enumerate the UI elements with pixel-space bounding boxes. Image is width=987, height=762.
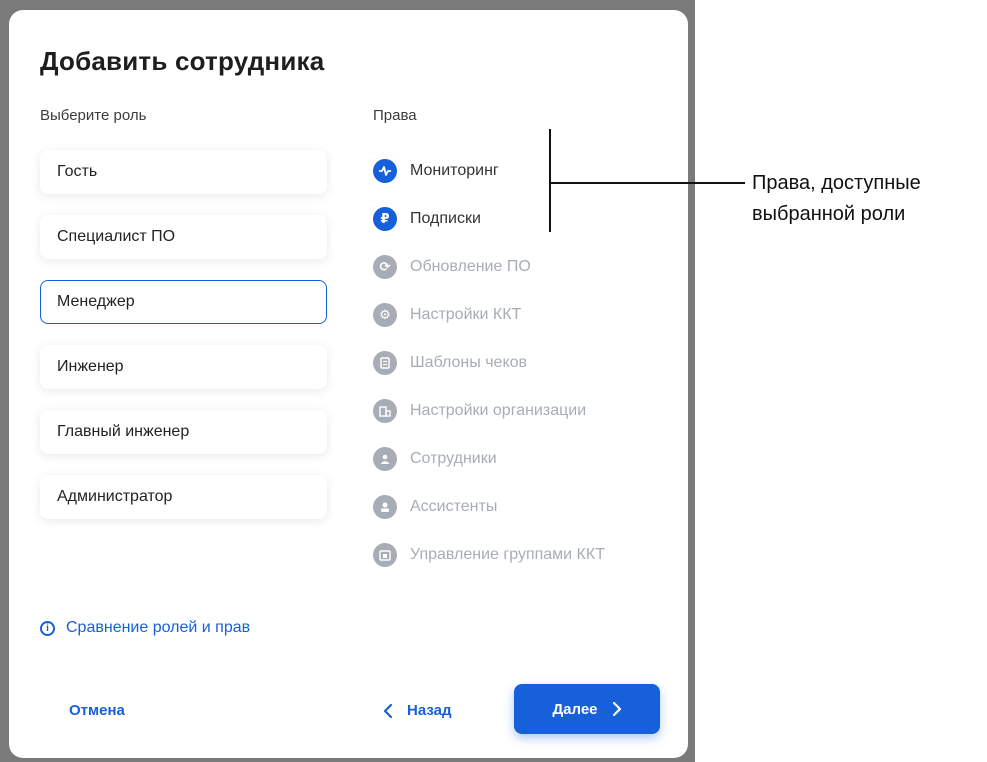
- role-option-guest[interactable]: Гость: [40, 150, 327, 194]
- rights-label: Права: [373, 107, 417, 124]
- role-option-software-specialist[interactable]: Специалист ПО: [40, 215, 327, 259]
- right-organization-settings: Настройки организации: [373, 387, 673, 435]
- role-option-administrator[interactable]: Администратор: [40, 475, 327, 519]
- compare-roles-link[interactable]: i Сравнение ролей и прав: [40, 619, 250, 637]
- right-employees: Сотрудники: [373, 435, 673, 483]
- right-label: Подписки: [410, 210, 481, 227]
- cancel-button[interactable]: Отмена: [69, 702, 125, 719]
- people-icon: [373, 447, 397, 471]
- right-kkt-groups: Управление группами ККТ: [373, 531, 673, 579]
- role-label: Менеджер: [57, 293, 135, 310]
- right-assistants: Ассистенты: [373, 483, 673, 531]
- right-label: Ассистенты: [410, 498, 498, 515]
- right-kkt-settings: ⚙ Настройки ККТ: [373, 291, 673, 339]
- chevron-left-icon: [383, 703, 393, 718]
- right-label: Настройки ККТ: [410, 306, 522, 323]
- right-subscriptions: ₽ Подписки: [373, 195, 673, 243]
- next-label: Далее: [552, 700, 598, 718]
- annotation-line-2: выбранной роли: [752, 203, 906, 225]
- annotation-line-1: Права, доступные: [752, 172, 921, 194]
- right-label: Настройки организации: [410, 402, 587, 419]
- role-label: Гость: [57, 163, 98, 180]
- right-label: Обновление ПО: [410, 258, 531, 275]
- role-option-manager[interactable]: Менеджер: [40, 280, 327, 324]
- role-option-chief-engineer[interactable]: Главный инженер: [40, 410, 327, 454]
- rights-list: Мониторинг ₽ Подписки ⟳ Обновление ПО ⚙ …: [373, 147, 673, 579]
- annotation-caption: Права, доступные выбранной роли: [752, 168, 987, 230]
- role-label: Главный инженер: [57, 423, 190, 440]
- right-receipt-templates: Шаблоны чеков: [373, 339, 673, 387]
- annotation-pointer-line: [549, 182, 745, 184]
- right-label: Сотрудники: [410, 450, 497, 467]
- role-label: Инженер: [57, 358, 124, 375]
- compare-link-label: Сравнение ролей и прав: [66, 619, 251, 636]
- role-label: Администратор: [57, 488, 173, 505]
- right-label: Шаблоны чеков: [410, 354, 528, 371]
- pulse-icon: [373, 159, 397, 183]
- info-icon: i: [40, 620, 55, 636]
- next-button[interactable]: Далее: [514, 684, 660, 734]
- back-button[interactable]: Назад: [383, 702, 451, 719]
- role-label: Специалист ПО: [57, 228, 176, 245]
- right-monitoring: Мониторинг: [373, 147, 673, 195]
- gear-icon: ⚙: [373, 303, 397, 327]
- receipt-icon: [373, 351, 397, 375]
- building-icon: [373, 399, 397, 423]
- right-label: Мониторинг: [410, 162, 499, 179]
- annotation-bracket: [549, 129, 551, 232]
- group-icon: [373, 543, 397, 567]
- right-label: Управление группами ККТ: [410, 546, 605, 563]
- right-software-update: ⟳ Обновление ПО: [373, 243, 673, 291]
- role-option-engineer[interactable]: Инженер: [40, 345, 327, 389]
- chevron-right-icon: [612, 701, 621, 717]
- back-label: Назад: [407, 702, 452, 719]
- ruble-icon: ₽: [373, 207, 397, 231]
- assistant-icon: [373, 495, 397, 519]
- dialog-title: Добавить сотрудника: [40, 46, 325, 76]
- add-employee-dialog: Добавить сотрудника Выберите роль Права …: [9, 10, 688, 758]
- roles-label: Выберите роль: [40, 107, 147, 124]
- refresh-icon: ⟳: [373, 255, 397, 279]
- role-list: Гость Специалист ПО Менеджер Инженер Гла…: [40, 150, 327, 540]
